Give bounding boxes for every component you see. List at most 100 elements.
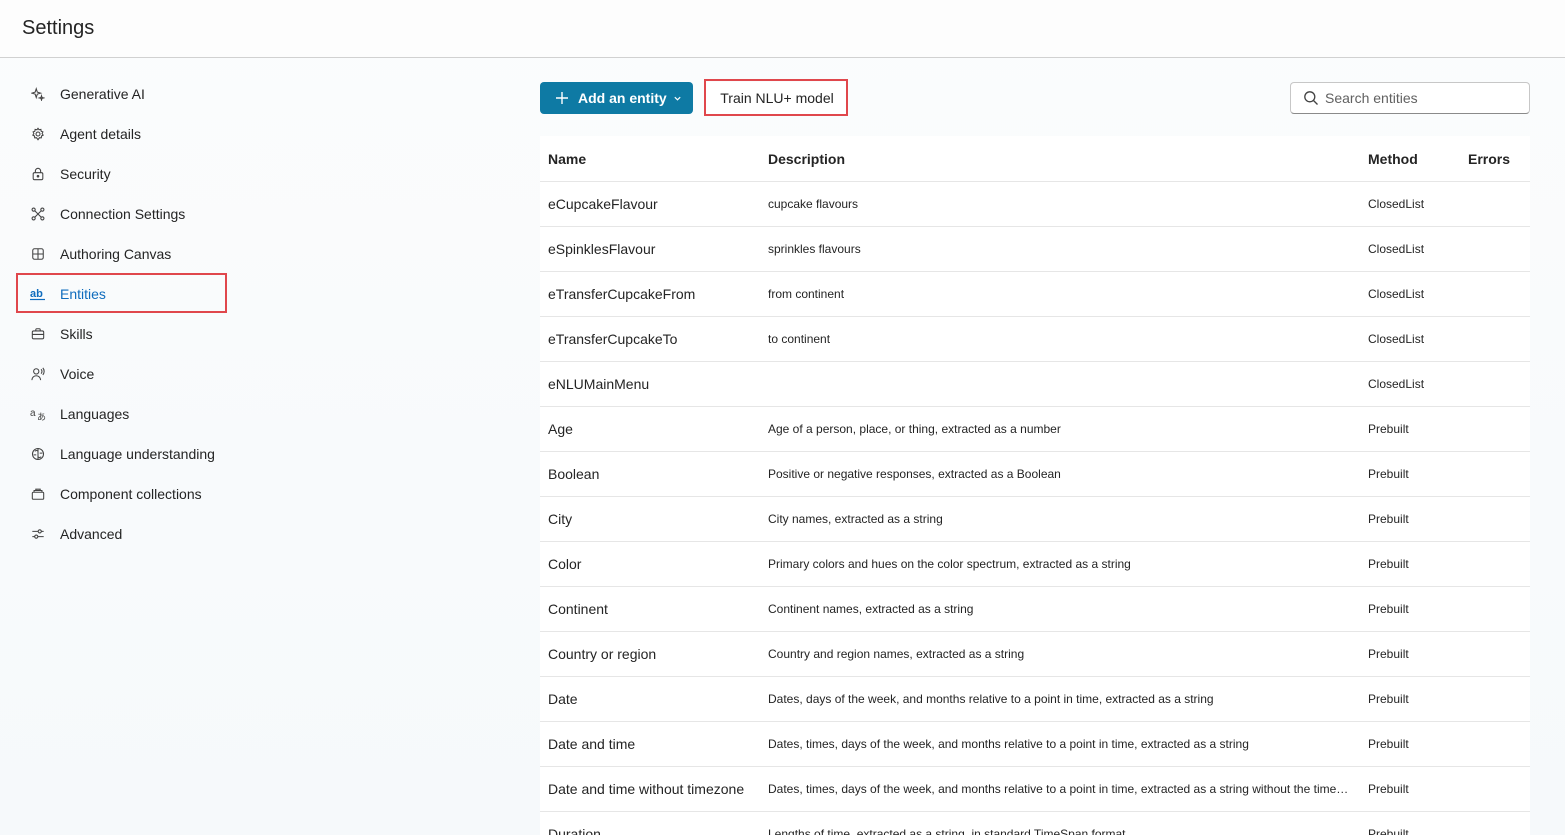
sidebar-item-label: Authoring Canvas	[60, 246, 172, 262]
chevron-down-icon	[673, 94, 682, 103]
table-row[interactable]: eNLUMainMenu ClosedList	[540, 362, 1530, 407]
sidebar-item-connection-settings[interactable]: Connection Settings	[24, 196, 224, 232]
languages-icon: aあ	[30, 406, 46, 422]
entity-description: Positive or negative responses, extracte…	[768, 467, 1061, 481]
grid-icon	[30, 246, 46, 262]
entities-table: Name Description Method Errors eCupcakeF…	[540, 136, 1530, 835]
sidebar-item-advanced[interactable]: Advanced	[24, 516, 224, 552]
entity-name[interactable]: Date	[548, 691, 760, 707]
settings-sidebar: Generative AI Agent details Security Con…	[0, 58, 520, 835]
entity-method: Prebuilt	[1368, 647, 1409, 661]
plus-icon	[554, 90, 570, 106]
entity-name[interactable]: Age	[548, 421, 760, 437]
search-icon	[1303, 90, 1319, 106]
table-row[interactable]: Age Age of a person, place, or thing, ex…	[540, 407, 1530, 452]
entity-name[interactable]: Continent	[548, 601, 760, 617]
entity-method: ClosedList	[1368, 287, 1425, 301]
entity-method: Prebuilt	[1368, 692, 1409, 706]
entity-method: Prebuilt	[1368, 467, 1409, 481]
column-header-errors[interactable]: Errors	[1468, 151, 1528, 167]
table-row[interactable]: Date Dates, days of the week, and months…	[540, 677, 1530, 722]
gear-icon	[30, 126, 46, 142]
sidebar-item-languages[interactable]: aあ Languages	[24, 396, 224, 432]
entity-name[interactable]: eTransferCupcakeTo	[548, 331, 760, 347]
sidebar-item-label: Advanced	[60, 526, 123, 542]
entity-method: Prebuilt	[1368, 602, 1409, 616]
entity-description: Dates, times, days of the week, and mont…	[768, 782, 1352, 796]
entity-description: Country and region names, extracted as a…	[768, 647, 1025, 661]
table-row[interactable]: eSpinklesFlavour sprinkles flavours Clos…	[540, 227, 1530, 272]
page-header: Settings	[0, 0, 1565, 58]
entity-description: Age of a person, place, or thing, extrac…	[768, 422, 1061, 436]
entity-description: from continent	[768, 287, 845, 301]
svg-text:a: a	[30, 408, 36, 419]
entity-name[interactable]: Color	[548, 556, 760, 572]
entity-name[interactable]: Date and time	[548, 736, 760, 752]
entity-name[interactable]: City	[548, 511, 760, 527]
table-row[interactable]: eCupcakeFlavour cupcake flavours ClosedL…	[540, 182, 1530, 227]
table-row[interactable]: Country or region Country and region nam…	[540, 632, 1530, 677]
svg-text:ab: ab	[30, 288, 43, 300]
svg-text:あ: あ	[37, 412, 46, 421]
entity-method: Prebuilt	[1368, 782, 1409, 796]
sidebar-item-label: Entities	[60, 286, 106, 302]
train-nlu-model-button[interactable]: Train NLU+ model	[706, 82, 848, 114]
entity-name[interactable]: Duration	[548, 826, 760, 835]
table-header-row: Name Description Method Errors	[540, 136, 1530, 182]
entity-name[interactable]: Country or region	[548, 646, 760, 662]
entity-name[interactable]: Boolean	[548, 466, 760, 482]
sidebar-item-label: Generative AI	[60, 86, 145, 102]
column-header-method[interactable]: Method	[1368, 151, 1458, 167]
entity-method: Prebuilt	[1368, 512, 1409, 526]
table-row[interactable]: City City names, extracted as a string P…	[540, 497, 1530, 542]
entity-description: cupcake flavours	[768, 197, 859, 211]
table-row[interactable]: Boolean Positive or negative responses, …	[540, 452, 1530, 497]
sidebar-item-skills[interactable]: Skills	[24, 316, 224, 352]
sidebar-item-language-understanding[interactable]: Language understanding	[24, 436, 224, 472]
add-entity-button[interactable]: Add an entity	[540, 82, 693, 114]
entity-name[interactable]: eCupcakeFlavour	[548, 196, 760, 212]
entity-description: Continent names, extracted as a string	[768, 602, 974, 616]
sidebar-item-label: Component collections	[60, 486, 202, 502]
entity-description: to continent	[768, 332, 831, 346]
table-row[interactable]: Duration Lengths of time, extracted as a…	[540, 812, 1530, 835]
entity-method: ClosedList	[1368, 332, 1425, 346]
sidebar-item-label: Agent details	[60, 126, 141, 142]
column-header-name[interactable]: Name	[548, 151, 760, 167]
column-header-description[interactable]: Description	[768, 151, 1352, 167]
entity-description: Primary colors and hues on the color spe…	[768, 557, 1131, 571]
connection-icon	[30, 206, 46, 222]
sidebar-item-label: Languages	[60, 406, 130, 422]
sidebar-item-voice[interactable]: Voice	[24, 356, 224, 392]
entity-method: Prebuilt	[1368, 737, 1409, 751]
sidebar-item-label: Connection Settings	[60, 206, 186, 222]
sidebar-item-generative-ai[interactable]: Generative AI	[24, 76, 224, 112]
search-input[interactable]	[1325, 90, 1515, 106]
entity-method: ClosedList	[1368, 377, 1425, 391]
entity-name[interactable]: Date and time without timezone	[548, 781, 760, 797]
sidebar-item-security[interactable]: Security	[24, 156, 224, 192]
table-row[interactable]: Color Primary colors and hues on the col…	[540, 542, 1530, 587]
table-row[interactable]: Date and time without timezone Dates, ti…	[540, 767, 1530, 812]
train-nlu-model-label: Train NLU+ model	[720, 90, 834, 106]
sidebar-item-component-collections[interactable]: Component collections	[24, 476, 224, 512]
lock-icon	[30, 166, 46, 182]
search-box[interactable]	[1290, 82, 1530, 114]
entity-description: Lengths of time, extracted as a string, …	[768, 827, 1126, 835]
entity-name[interactable]: eSpinklesFlavour	[548, 241, 760, 257]
entity-description: sprinkles flavours	[768, 242, 861, 256]
table-row[interactable]: Continent Continent names, extracted as …	[540, 587, 1530, 632]
sidebar-item-agent-details[interactable]: Agent details	[24, 116, 224, 152]
sidebar-item-label: Skills	[60, 326, 93, 342]
entity-description: Dates, times, days of the week, and mont…	[768, 737, 1249, 751]
entity-name[interactable]: eTransferCupcakeFrom	[548, 286, 760, 302]
sidebar-item-authoring-canvas[interactable]: Authoring Canvas	[24, 236, 224, 272]
table-row[interactable]: eTransferCupcakeFrom from continent Clos…	[540, 272, 1530, 317]
table-row[interactable]: eTransferCupcakeTo to continent ClosedLi…	[540, 317, 1530, 362]
sparkle-icon	[30, 86, 46, 102]
page-title: Settings	[22, 17, 95, 39]
collection-icon	[30, 486, 46, 502]
entity-name[interactable]: eNLUMainMenu	[548, 376, 760, 392]
table-row[interactable]: Date and time Dates, times, days of the …	[540, 722, 1530, 767]
sidebar-item-entities[interactable]: ab Entities	[24, 276, 224, 312]
